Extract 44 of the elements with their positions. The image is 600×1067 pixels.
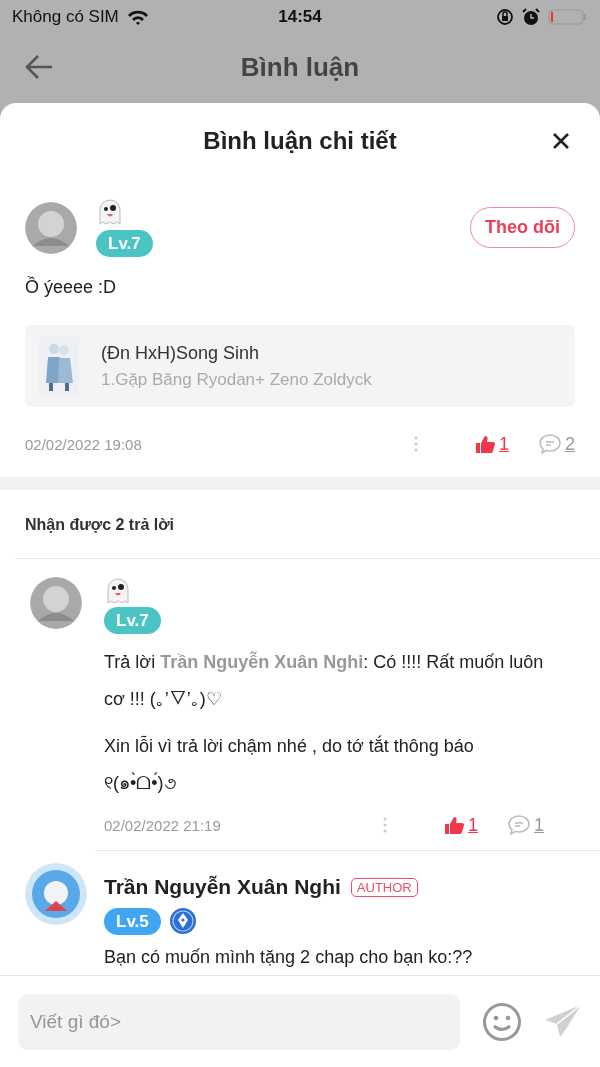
level-badge: Lv.5 bbox=[104, 907, 161, 935]
reply-text: Xin lỗi vì trả lời chậm nhé , do tớ tắt thông báo ୧(๑•̀ᗝ•́)૭ bbox=[104, 734, 475, 795]
sheet-title: Bình luận chi tiết bbox=[203, 126, 397, 155]
timestamp: 02/02/2022 21:19 bbox=[104, 816, 222, 834]
more-icon[interactable] bbox=[413, 436, 419, 452]
back-arrow-icon[interactable] bbox=[25, 54, 53, 80]
level-badge: Lv.7 bbox=[96, 230, 153, 257]
ghost-icon bbox=[104, 577, 132, 605]
author-badge: AUTHOR bbox=[350, 877, 418, 897]
comment-input-field[interactable]: Viết gì đó> bbox=[18, 993, 460, 1050]
story-card[interactable]: (Đn HxH)Song Sinh 1.Gặp Băng Ryodan+ Zeno Zoldyck bbox=[25, 325, 575, 407]
battery-icon bbox=[548, 8, 588, 26]
story-title: (Đn HxH)Song Sinh bbox=[101, 342, 261, 364]
chapter-title: 1.Gặp Băng Ryodan+ Zeno Zoldyck bbox=[101, 369, 372, 390]
reply-count[interactable]: 1 bbox=[534, 814, 544, 836]
speech-bubble-icon[interactable] bbox=[539, 434, 561, 454]
thumbs-up-icon[interactable] bbox=[444, 816, 464, 834]
carrier-label: Không có SIM bbox=[12, 7, 119, 27]
reply-text: Trả lời Trần Nguyễn Xuân Nghi: Có !!!! Rất muốn luôn cơ !!! (｡’▽’｡)♡ bbox=[104, 650, 544, 711]
reply-count[interactable]: 2 bbox=[565, 433, 575, 455]
pen-nib-icon bbox=[168, 907, 197, 935]
like-count[interactable]: 1 bbox=[468, 814, 478, 836]
timestamp: 02/02/2022 19:08 bbox=[25, 435, 143, 453]
level-badge: Lv.7 bbox=[104, 607, 161, 634]
avatar bbox=[30, 577, 82, 629]
speech-bubble-icon[interactable] bbox=[508, 815, 530, 835]
smiley-icon[interactable] bbox=[482, 1001, 522, 1042]
wifi-icon bbox=[126, 9, 149, 25]
alarm-clock-icon bbox=[522, 8, 540, 26]
page-title: Bình luận bbox=[240, 51, 360, 83]
reply-text: Bạn có muốn mình tặng 2 chap cho bạn ko:?? bbox=[104, 946, 474, 969]
comment-text: Ồ ýeeee :D bbox=[25, 277, 118, 298]
clock-time: 14:54 bbox=[278, 7, 322, 27]
close-icon[interactable] bbox=[552, 132, 570, 150]
ghost-icon bbox=[96, 198, 124, 226]
author-name[interactable]: Trần Nguyễn Xuân Nghi bbox=[104, 875, 341, 899]
replies-heading: Nhận được 2 trả lời bbox=[15, 490, 600, 559]
avatar bbox=[25, 202, 77, 254]
thumbs-up-icon[interactable] bbox=[475, 435, 495, 453]
like-count[interactable]: 1 bbox=[499, 433, 509, 455]
follow-button[interactable]: Theo dõi bbox=[470, 207, 575, 248]
rotation-lock-icon bbox=[496, 8, 514, 26]
avatar bbox=[25, 863, 87, 925]
more-icon[interactable] bbox=[382, 817, 388, 833]
